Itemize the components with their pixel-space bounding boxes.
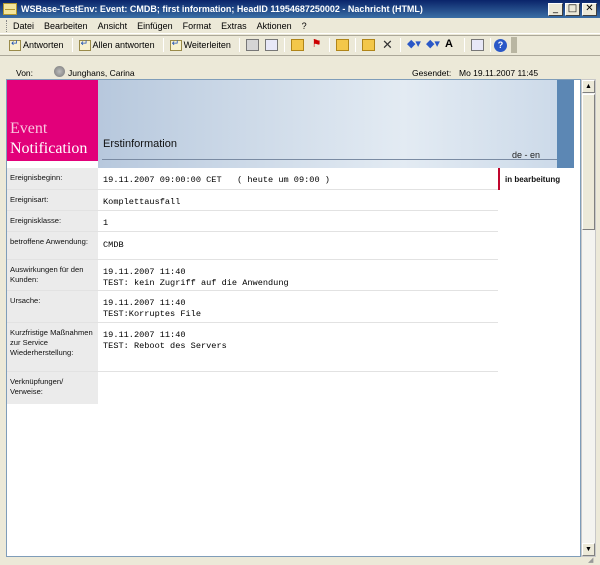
minimize-button[interactable]: _ [548,2,563,16]
maximize-button[interactable]: □ [565,2,580,16]
reply-button[interactable]: Antworten [6,37,67,53]
menu-aktionen[interactable]: Aktionen [257,21,292,31]
toolbar-separator [71,38,73,52]
toolbar-separator [283,38,285,52]
from-value[interactable]: Junghans, Carina [68,68,135,78]
window-title: WSBase-TestEnv: Event: CMDB; first infor… [21,4,423,14]
reply-all-icon [78,38,91,51]
row-label: Ereignisklasse: [10,216,62,225]
row-value: 19.11.2007 11:40 TEST: Reboot des Server… [103,330,227,351]
menu-extras[interactable]: Extras [221,21,247,31]
previous-item-icon[interactable]: ◆▾ [407,39,421,51]
copy-icon[interactable] [264,39,278,51]
scroll-down-button[interactable]: ▼ [582,543,595,556]
close-button[interactable]: ✕ [582,2,597,16]
vertical-scrollbar[interactable]: ▲ ▼ [581,79,596,557]
toolbar-separator [489,38,491,52]
row-value: 19.11.2007 11:40 TEST: kein Zugriff auf … [103,267,289,288]
row-label: Ereignisbeginn: [10,173,63,182]
sent-value: Mo 19.11.2007 11:45 [459,68,539,78]
toolbar: Antworten Allen antworten Weiterleiten ⚑… [0,35,600,54]
flag-icon[interactable]: ⚑ [310,39,323,51]
forward-button[interactable]: Weiterleiten [167,37,234,53]
row-value: 19.11.2007 11:40 TEST:Korruptes File [103,298,201,319]
help-icon[interactable]: ? [493,38,507,52]
forward-label: Weiterleiten [183,40,231,50]
menu-format[interactable]: Format [183,21,212,31]
message-body: Event Notification Erstinformation de - … [6,79,581,557]
language-switch[interactable]: de - en [512,150,540,160]
open-folder-icon[interactable] [335,39,349,51]
row-label: Kurzfristige Maßnahmen zur Service Wiede… [10,328,93,357]
message-header: Von: Junghans, Carina Gesendet: Mo 19.11… [0,55,600,79]
print-icon[interactable] [245,39,259,51]
table-row: Ereignisbeginn: 19.11.2007 09:00:00 CET … [7,168,498,190]
row-label: betroffene Anwendung: [10,237,88,246]
reply-icon [9,38,21,51]
scroll-thumb[interactable] [582,94,595,230]
toolbar-options-chevron[interactable] [510,37,517,53]
reply-all-label: Allen antworten [92,40,155,50]
logo-line-2: Notification [10,140,88,157]
menu-help[interactable]: ? [302,21,307,31]
next-item-icon[interactable]: ◆▾ [426,39,440,51]
toolbar-separator [328,38,330,52]
row-value: Komplettausfall [103,197,181,207]
menu-ansicht[interactable]: Ansicht [98,21,128,31]
menu-datei[interactable]: Datei [13,21,34,31]
table-row: Ereignisart: Komplettausfall [7,190,498,211]
table-row: Verknüpfungen/ Verweise: [7,372,498,404]
row-value: 19.11.2007 09:00:00 CET ( heute um 09:00… [103,175,330,185]
row-value: CMDB [103,240,124,250]
status-badge: in bearbeitung [498,168,574,190]
table-row: betroffene Anwendung: CMDB [7,232,498,260]
forward-icon [169,38,182,51]
reply-label: Antworten [23,40,64,50]
reply-all-button[interactable]: Allen antworten [76,37,158,53]
delete-icon[interactable]: ✕ [381,38,394,51]
sent-label: Gesendet: [412,68,452,78]
banner-divider [102,159,557,160]
from-label: Von: [16,68,34,78]
table-row: Ursache: 19.11.2007 11:40 TEST:Korruptes… [7,291,498,323]
message-icon [3,3,17,15]
table-row: Kurzfristige Maßnahmen zur Service Wiede… [7,323,498,372]
toolbar-separator [162,38,164,52]
logo-underline [7,161,98,168]
font-size-icon[interactable]: A [445,39,458,51]
menu-bar: Datei Bearbeiten Ansicht Einfügen Format… [0,18,600,34]
menu-einfuegen[interactable]: Einfügen [137,21,173,31]
address-book-icon[interactable] [470,39,484,51]
menu-grip [6,19,9,32]
toolbar-separator [238,38,240,52]
title-bar: WSBase-TestEnv: Event: CMDB; first infor… [0,0,600,18]
resize-grip-icon[interactable]: ◢ [588,556,598,564]
table-row: Ereignisklasse: 1 [7,211,498,232]
scroll-up-button[interactable]: ▲ [582,80,595,93]
move-to-folder-icon[interactable] [290,39,304,51]
toolbar-separator [463,38,465,52]
row-label: Ereignisart: [10,195,49,204]
save-icon[interactable] [361,39,375,51]
notification-banner: Event Notification Erstinformation de - … [7,80,574,168]
banner-title: Erstinformation [103,138,177,150]
toolbar-separator [399,38,401,52]
banner-side-strip [557,80,574,168]
row-label: Ursache: [10,296,41,305]
toolbar-separator [354,38,356,52]
event-details-table: Ereignisbeginn: 19.11.2007 09:00:00 CET … [7,168,574,556]
event-notification-logo: Event Notification [7,80,98,161]
menu-bearbeiten[interactable]: Bearbeiten [44,21,88,31]
logo-line-1: Event [10,120,48,137]
row-label: Auswirkungen für den Kunden: [10,265,84,284]
sender-status-icon [54,66,65,77]
row-value: 1 [103,218,109,228]
row-label: Verknüpfungen/ Verweise: [10,377,64,396]
table-row: Auswirkungen für den Kunden: 19.11.2007 … [7,260,498,291]
